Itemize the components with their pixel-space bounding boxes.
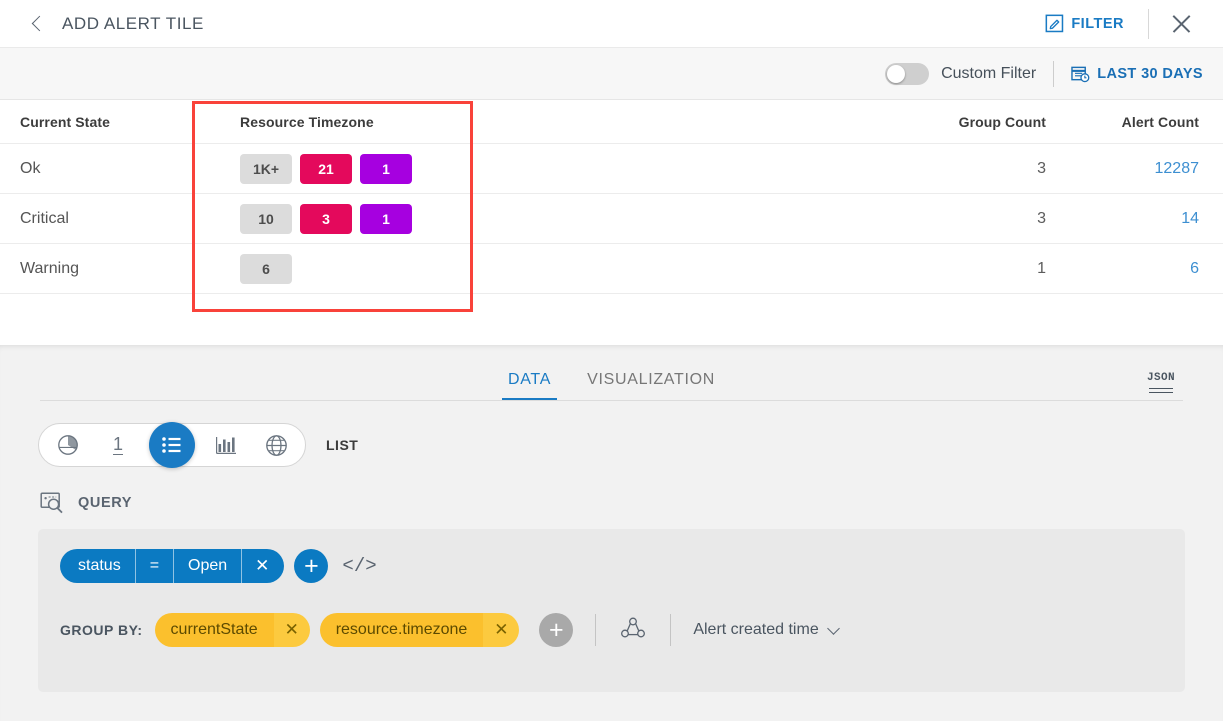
page-title: ADD ALERT TILE	[62, 13, 204, 33]
column-header-current-state: Current State	[20, 113, 110, 130]
sort-field-label: Alert created time	[693, 621, 819, 638]
json-lines-icon	[1148, 386, 1173, 393]
column-header-alert-count: Alert Count	[1121, 113, 1199, 130]
subbar-divider	[1053, 60, 1055, 87]
group-by-remove-button[interactable]: ✕	[483, 613, 520, 647]
custom-filter-toggle[interactable]	[885, 62, 930, 85]
cell-current-state: Warning	[20, 259, 79, 277]
bar-chart-icon[interactable]	[211, 430, 241, 460]
sort-field-dropdown[interactable]: Alert created time	[693, 621, 840, 639]
cell-current-state: Critical	[20, 209, 69, 227]
timezone-badge[interactable]: 10	[240, 203, 292, 234]
group-by-divider	[595, 614, 597, 646]
json-label: JSON	[1146, 371, 1175, 384]
header-actions: FILTER	[1037, 0, 1223, 48]
group-by-field[interactable]: currentState	[154, 613, 274, 647]
table-row[interactable]: Critical 10 3 1 3 14	[0, 194, 1223, 244]
filter-label: FILTER	[1071, 15, 1124, 32]
cell-current-state: Ok	[20, 159, 41, 177]
query-field[interactable]: status	[60, 549, 135, 583]
timezone-badge[interactable]: 1K+	[240, 153, 292, 184]
tab-data[interactable]: DATA	[490, 371, 569, 401]
column-header-group-count: Group Count	[958, 113, 1046, 130]
json-view-button[interactable]: JSON	[1147, 372, 1175, 393]
group-by-field[interactable]: resource.timezone	[319, 613, 484, 647]
cell-group-count: 3	[1037, 159, 1046, 177]
list-icon[interactable]	[149, 422, 195, 468]
query-add-condition-button[interactable]: +	[294, 549, 329, 583]
timezone-badge[interactable]: 1	[360, 203, 412, 234]
back-button[interactable]	[18, 0, 56, 48]
single-value-icon[interactable]: 1	[103, 430, 133, 460]
cell-alert-count[interactable]: 14	[1046, 210, 1223, 228]
custom-filter-label: Custom Filter	[941, 64, 1037, 82]
query-search-icon	[40, 492, 63, 514]
timezone-badge[interactable]: 1	[360, 153, 412, 184]
tab-list: DATA VISUALIZATION	[490, 371, 733, 401]
node-graph-icon[interactable]	[618, 615, 648, 646]
cell-timezone-badges: 10 3 1	[208, 203, 868, 234]
group-by-pill: resource.timezone ✕	[319, 613, 520, 647]
query-label: QUERY	[78, 495, 133, 511]
toggle-knob	[887, 64, 906, 83]
group-by-row: GROUP BY: currentState ✕ resource.timezo…	[60, 613, 1163, 647]
date-range-label: LAST 30 DAYS	[1097, 65, 1203, 82]
tab-visualization[interactable]: VISUALIZATION	[569, 371, 733, 401]
code-brackets-icon[interactable]: </>	[342, 555, 376, 577]
date-range-button[interactable]: LAST 30 DAYS	[1071, 65, 1203, 83]
single-value-label: 1	[112, 434, 123, 455]
panel-tabs: DATA VISUALIZATION JSON	[0, 345, 1223, 401]
pie-chart-icon[interactable]	[53, 430, 83, 460]
query-condition-pill: status = Open ✕	[60, 549, 285, 583]
chevron-left-icon	[31, 15, 47, 32]
edit-pencil-square-icon	[1045, 14, 1064, 33]
query-section-header: QUERY	[0, 467, 1223, 515]
close-button[interactable]	[1165, 7, 1199, 41]
filter-subbar: Custom Filter LAST 30 DAYS	[0, 48, 1223, 100]
page-header: ADD ALERT TILE FILTER	[0, 0, 1223, 48]
timezone-badge[interactable]: 3	[300, 203, 352, 234]
query-builder-card: status = Open ✕ + </> GROUP BY: currentS…	[38, 529, 1185, 692]
cell-timezone-badges: 1K+ 21 1	[208, 153, 868, 184]
globe-icon[interactable]	[261, 430, 291, 460]
timezone-badge[interactable]: 6	[240, 253, 292, 284]
group-by-add-button[interactable]: +	[539, 613, 574, 647]
query-remove-button[interactable]: ✕	[241, 549, 285, 583]
sort-divider	[670, 614, 672, 646]
chevron-down-icon	[826, 621, 840, 635]
group-by-label: GROUP BY:	[60, 622, 143, 638]
query-value[interactable]: Open	[173, 549, 242, 583]
query-condition-row: status = Open ✕ + </>	[60, 549, 1163, 583]
filter-button[interactable]: FILTER	[1037, 8, 1132, 39]
cell-timezone-badges: 6	[208, 253, 868, 284]
table-row[interactable]: Warning 6 1 6	[0, 244, 1223, 294]
add-alert-tile-page: ADD ALERT TILE FILTER Custom Filter LAST…	[0, 0, 1223, 721]
alert-summary-table: Current State Resource Timezone Group Co…	[0, 100, 1223, 345]
cell-group-count: 3	[1037, 209, 1046, 227]
calendar-clock-icon	[1071, 66, 1090, 82]
query-operator[interactable]: =	[134, 549, 174, 583]
cell-group-count: 1	[1037, 259, 1046, 277]
cell-alert-count[interactable]: 12287	[1046, 160, 1223, 178]
table-row[interactable]: Ok 1K+ 21 1 3 12287	[0, 144, 1223, 194]
timezone-badge[interactable]: 21	[300, 153, 352, 184]
group-by-pill: currentState ✕	[154, 613, 310, 647]
header-divider	[1148, 8, 1149, 39]
cell-alert-count[interactable]: 6	[1046, 260, 1223, 278]
table-header-row: Current State Resource Timezone Group Co…	[0, 100, 1223, 144]
config-panel: DATA VISUALIZATION JSON 1 LIST QUERY sta…	[0, 345, 1223, 721]
visualization-type-row: 1 LIST	[0, 401, 1223, 468]
tabs-underline	[40, 400, 1183, 401]
visualization-type-selector: 1	[38, 422, 306, 468]
group-by-remove-button[interactable]: ✕	[273, 613, 310, 647]
visualization-type-label: LIST	[326, 437, 359, 453]
column-header-resource-timezone: Resource Timezone	[240, 113, 374, 130]
